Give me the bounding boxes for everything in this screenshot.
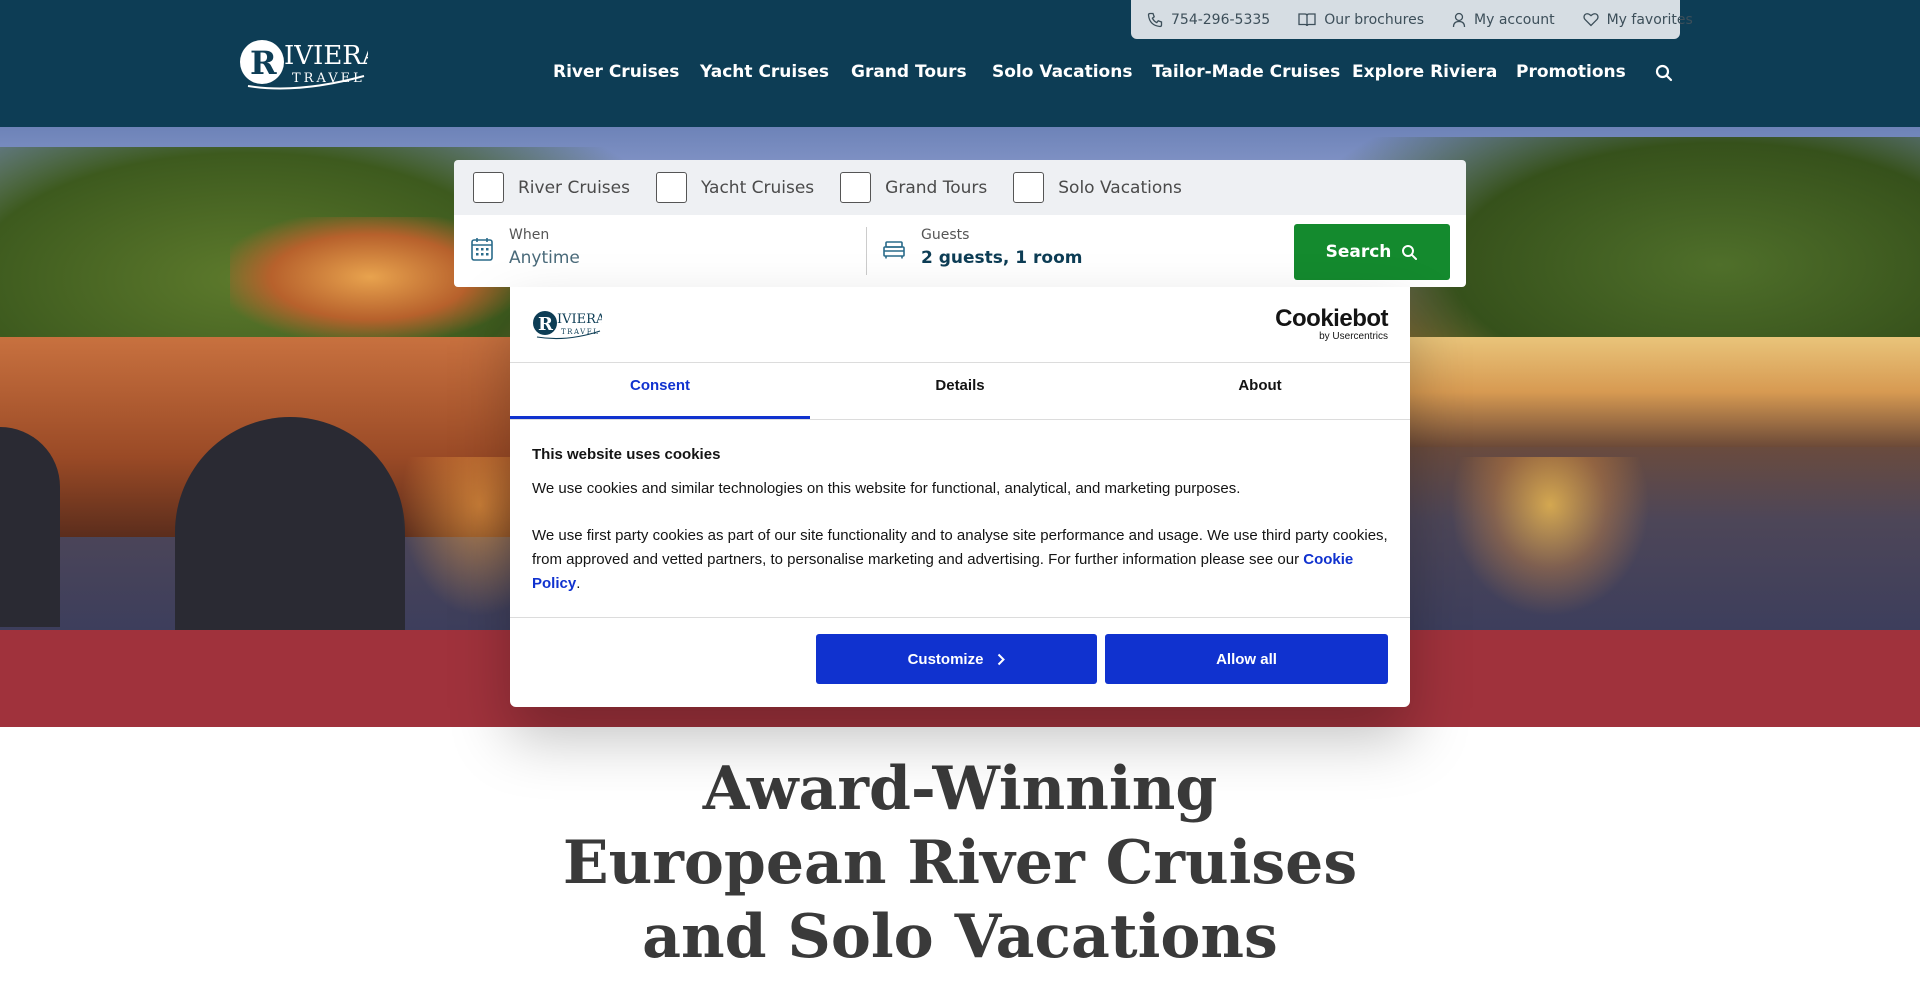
utility-bar: 754-296-5335 Our brochures My account My… (1131, 0, 1693, 39)
cookiebot-name: Cookiebot (1275, 305, 1388, 332)
when-field[interactable]: When Anytime (454, 215, 866, 287)
site-header: R IVIERA TRAVEL 754-296-5335 Our brochur… (0, 0, 1920, 127)
svg-text:TRAVEL: TRAVEL (561, 328, 599, 336)
favorites-link[interactable]: My favorites (1582, 11, 1693, 28)
guests-label: Guests (921, 227, 970, 243)
search-fields: When Anytime Guests 2 guests, 1 room Sea… (454, 215, 1466, 287)
when-label: When (509, 227, 550, 243)
checkbox-solo-vacations[interactable] (1013, 172, 1045, 203)
cookie-consent-dialog: R IVIERA TRAVEL Cookiebot by Usercentric… (510, 287, 1410, 707)
checkbox-yacht-cruises[interactable] (655, 172, 687, 203)
checkbox-grand-tours[interactable] (840, 172, 872, 203)
allow-all-button-label: Allow all (1216, 650, 1277, 668)
account-link[interactable]: My account (1452, 12, 1555, 28)
favorites-label: My favorites (1606, 11, 1693, 28)
heart-icon (1582, 13, 1599, 27)
book-icon (1298, 12, 1316, 26)
category-filters: River Cruises Yacht Cruises Grand Tours … (454, 160, 1466, 215)
hero-bridge-arch (175, 417, 405, 630)
cookiebot-brand[interactable]: Cookiebot by Usercentrics (1275, 305, 1388, 343)
search-button[interactable]: Search (1294, 224, 1450, 280)
customize-button-label: Customize (907, 650, 984, 668)
nav-river-cruises[interactable]: River Cruises (553, 62, 679, 82)
nav-grand-tours[interactable]: Grand Tours (851, 62, 967, 82)
when-value: Anytime (509, 248, 580, 268)
search-button-label: Search (1325, 242, 1392, 262)
tab-details[interactable]: Details (810, 362, 1110, 408)
cookie-paragraph-2-end: . (576, 575, 581, 592)
label-grand-tours: Grand Tours (885, 177, 988, 198)
svg-text:R: R (538, 314, 554, 335)
hero-bridge-arch-small (0, 427, 60, 627)
tab-consent[interactable]: Consent (510, 362, 810, 408)
cookie-paragraph-2: We use first party cookies as part of ou… (532, 524, 1392, 596)
dialog-divider-bottom (510, 617, 1410, 618)
phone-link[interactable]: 754-296-5335 (1147, 12, 1270, 28)
nav-explore-riviera[interactable]: Explore Riviera (1352, 62, 1497, 82)
hero-town (1410, 337, 1920, 447)
nav-solo-vacations[interactable]: Solo Vacations (992, 62, 1132, 82)
chevron-right-icon (998, 653, 1006, 665)
page-headline: Award-Winning European River Cruises and… (562, 754, 1358, 972)
calendar-icon (471, 238, 493, 261)
nav-promotions[interactable]: Promotions (1516, 62, 1626, 82)
nav-tailor-made[interactable]: Tailor-Made Cruises (1152, 62, 1340, 82)
search-icon[interactable] (1655, 64, 1673, 82)
account-label: My account (1474, 11, 1555, 28)
cookie-paragraph-1: We use cookies and similar technologies … (532, 480, 1241, 497)
label-river-cruises: River Cruises (518, 177, 630, 198)
checkbox-river-cruises[interactable] (473, 172, 504, 203)
customize-button[interactable]: Customize (816, 634, 1097, 684)
trip-search-widget: River Cruises Yacht Cruises Grand Tours … (454, 160, 1466, 287)
svg-text:IVIERA: IVIERA (557, 312, 602, 327)
active-tab-indicator (510, 416, 810, 419)
dialog-divider-tabs (510, 419, 1410, 420)
user-icon (1452, 12, 1466, 27)
cookiebot-by: by Usercentrics (1319, 331, 1388, 342)
hero-reflection (1450, 457, 1650, 617)
cookie-paragraph-2-text: We use first party cookies as part of ou… (532, 527, 1388, 568)
allow-all-button[interactable]: Allow all (1105, 634, 1388, 684)
label-yacht-cruises: Yacht Cruises (700, 177, 815, 198)
phone-icon (1147, 12, 1163, 27)
magnifier-icon (1402, 244, 1418, 260)
nav-yacht-cruises[interactable]: Yacht Cruises (700, 62, 829, 82)
label-solo-vacations: Solo Vacations (1058, 177, 1182, 198)
brochures-label: Our brochures (1324, 11, 1424, 28)
tab-about[interactable]: About (1110, 362, 1410, 408)
bed-icon (883, 241, 905, 259)
phone-number: 754-296-5335 (1171, 11, 1271, 28)
guests-field[interactable]: Guests 2 guests, 1 room (867, 215, 1287, 287)
guests-value: 2 guests, 1 room (921, 248, 1083, 268)
cookie-title: This website uses cookies (532, 446, 721, 463)
main-nav: River Cruises Yacht Cruises Grand Tours … (0, 62, 1920, 88)
brochures-link[interactable]: Our brochures (1298, 12, 1424, 28)
riviera-dialog-logo: R IVIERA TRAVEL (533, 311, 602, 340)
